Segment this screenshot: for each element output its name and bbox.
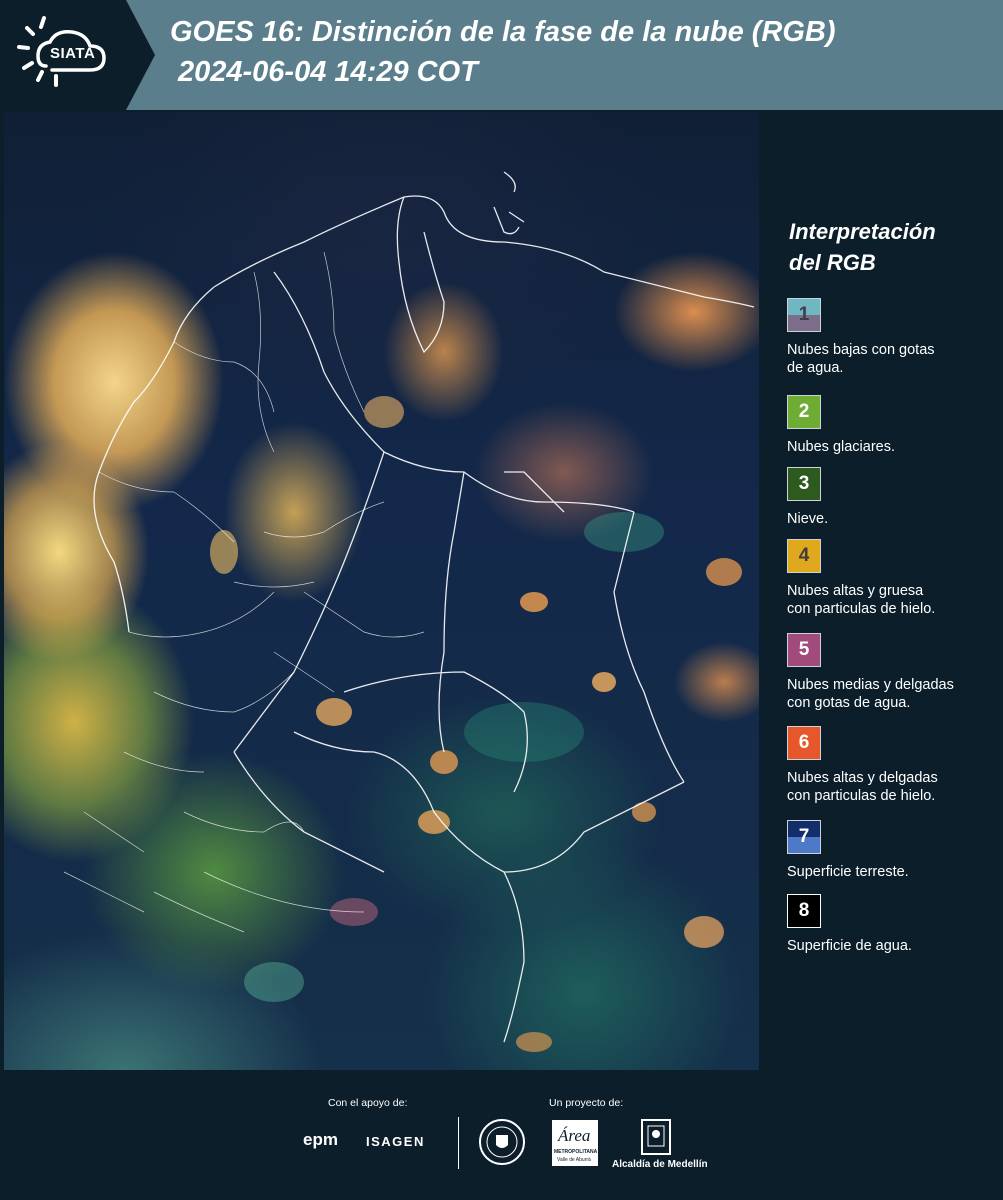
legend-item-4: 4 Nubes altas y gruesa con particulas de…: [787, 539, 997, 618]
header-bar: SIATA GOES 16: Distinción de la fase de …: [0, 0, 1003, 110]
page-title: GOES 16: Distinción de la fase de la nub…: [170, 16, 836, 48]
legend-swatch-2: 2: [787, 395, 821, 429]
satellite-map: [4, 112, 759, 1070]
legend-item-5: 5 Nubes medias y delgadas con gotas de a…: [787, 633, 997, 712]
legend-item-6: 6 Nubes altas y delgadas con particulas …: [787, 726, 997, 805]
legend-label-4: Nubes altas y gruesa con particulas de h…: [787, 583, 936, 617]
legend-label-2: Nubes glaciares.: [787, 439, 895, 455]
alcaldia-label: Alcaldía de Medellín: [612, 1159, 708, 1170]
legend-label-3: Nieve.: [787, 511, 829, 527]
legend-item-7: 7 Superficie terreste.: [787, 820, 997, 881]
legend-swatch-4: 4: [787, 539, 821, 573]
footer-support-label: Con el apoyo de:: [328, 1097, 408, 1109]
map-boundaries: [63, 171, 755, 1052]
alcaldia-shield-icon: [641, 1119, 671, 1155]
legend-label-7: Superficie terreste.: [787, 864, 909, 880]
epm-logo: epm: [303, 1130, 338, 1149]
siata-logo: SIATA: [0, 0, 155, 110]
legend-label-5: Nubes medias y delgadas con gotas de agu…: [787, 677, 954, 711]
siata-logo-text: SIATA: [50, 45, 96, 62]
legend-item-8: 8 Superficie de agua.: [787, 894, 997, 955]
legend-swatch-1: 1: [787, 298, 821, 332]
department-borders: [63, 251, 425, 933]
legend-item-1: 1 Nubes bajas con gotas de agua.: [787, 298, 997, 377]
isagen-logo: ISAGEN: [366, 1134, 425, 1149]
legend-item-2: 2 Nubes glaciares.: [787, 395, 997, 456]
legend-label-6: Nubes altas y delgadas con particulas de…: [787, 770, 938, 804]
legend-item-3: 3 Nieve.: [787, 467, 997, 528]
legend-label-1: Nubes bajas con gotas de agua.: [787, 342, 935, 376]
legend-swatch-3: 3: [787, 467, 821, 501]
cloud-speckles: [210, 396, 742, 1052]
legend-title: Interpretación del RGB: [789, 219, 936, 275]
legend-swatch-8: 8: [787, 894, 821, 928]
medellin-seal-icon: [479, 1119, 525, 1165]
footer-project-label: Un proyecto de:: [549, 1097, 624, 1109]
legend-swatch-5: 5: [787, 633, 821, 667]
legend-swatch-6: 6: [787, 726, 821, 760]
legend-label-8: Superficie de agua.: [787, 938, 912, 954]
page-timestamp: 2024-06-04 14:29 COT: [178, 56, 478, 88]
footer-divider: [458, 1117, 459, 1169]
country-borders: [93, 171, 755, 1043]
area-metropolitana-logo: Área METROPOLITANA Valle de Aburrá: [552, 1120, 598, 1166]
legend-swatch-7: 7: [787, 820, 821, 854]
